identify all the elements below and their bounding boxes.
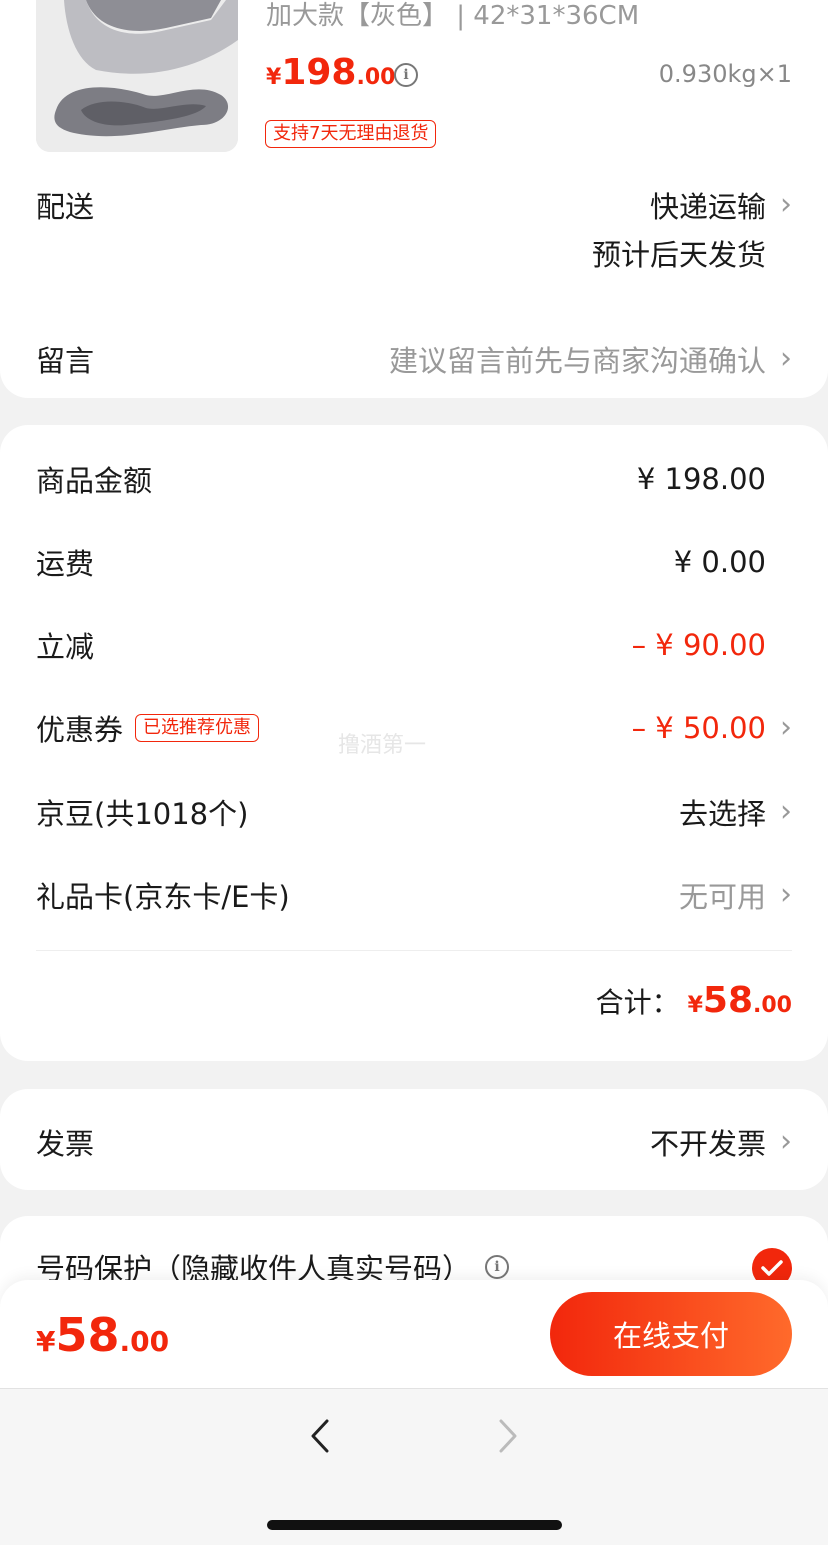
- checkout-decimal: .00: [119, 1325, 170, 1358]
- product-image[interactable]: [36, 0, 238, 152]
- goods-amount-label: 商品金额: [36, 464, 153, 498]
- weight-quantity: 0.930kg×1: [658, 60, 792, 88]
- goods-amount-row: 商品金额 ¥ 198.00: [36, 458, 792, 500]
- instant-discount-label: 立减: [36, 630, 95, 664]
- coupon-selected-badge: 已选推荐优惠: [135, 714, 260, 742]
- chair-cushion-illustration: [36, 0, 238, 152]
- instant-discount-value: – ¥ 90.00: [631, 628, 766, 662]
- invoice-row[interactable]: 发票 不开发票 ›: [36, 1121, 792, 1163]
- price-decimal: .00: [356, 65, 396, 90]
- delivery-eta: 预计后天发货: [591, 238, 766, 272]
- number-protection-info-icon[interactable]: i: [485, 1255, 510, 1279]
- chevron-right-icon: ›: [780, 794, 792, 829]
- invoice-card: 发票 不开发票 ›: [0, 1089, 828, 1190]
- product-spec: 加大款【灰色】 | 42*31*36CM: [266, 1, 640, 31]
- jd-beans-value: 去选择: [678, 797, 766, 831]
- coupon-value: – ¥ 50.00: [631, 711, 766, 745]
- price-summary-card: 商品金额 ¥ 198.00 运费 ¥ 0.00 立减 – ¥ 90.00 优惠券…: [0, 425, 828, 1061]
- checkout-integer: 58: [55, 1308, 120, 1362]
- price-info-icon[interactable]: i: [394, 63, 418, 87]
- shipping-label: 运费: [36, 547, 95, 581]
- chevron-right-icon: ›: [780, 341, 792, 376]
- message-placeholder: 建议留言前先与商家沟通确认: [388, 344, 766, 378]
- check-icon: [761, 1260, 783, 1276]
- chevron-right-icon: ›: [780, 710, 792, 745]
- pay-online-button[interactable]: 在线支付: [550, 1292, 792, 1376]
- checkout-currency: ¥: [36, 1325, 56, 1358]
- chevron-right-icon: ›: [780, 1124, 792, 1159]
- chevron-right-icon: ›: [780, 187, 792, 222]
- price-currency: ¥: [266, 65, 282, 90]
- summary-divider: [36, 950, 792, 951]
- browser-nav-bar: [0, 1388, 828, 1545]
- watermark: 撸酒第一: [338, 733, 427, 758]
- product-price: ¥ 198 .00: [266, 52, 395, 93]
- gift-card-label: 礼品卡(京东卡/E卡): [36, 880, 290, 914]
- delivery-method: 快递运输: [649, 190, 766, 224]
- chevron-left-icon: [311, 1419, 329, 1453]
- checkout-bar: ¥ 58 .00 在线支付: [0, 1280, 828, 1388]
- gift-card-value: 无可用: [678, 880, 766, 914]
- jd-beans-row[interactable]: 京豆(共1018个) 去选择 ›: [36, 791, 792, 833]
- gift-card-row[interactable]: 礼品卡(京东卡/E卡) 无可用 ›: [36, 874, 792, 916]
- home-indicator: [267, 1520, 562, 1530]
- total-currency: ¥: [687, 993, 703, 1018]
- delivery-method-row[interactable]: 快递运输 ›: [650, 184, 792, 226]
- invoice-label: 发票: [36, 1127, 95, 1161]
- return-policy-badge: 支持7天无理由退货: [265, 120, 437, 148]
- instant-discount-row: 立减 – ¥ 90.00: [36, 624, 792, 666]
- jd-beans-label: 京豆(共1018个): [36, 797, 249, 831]
- total-integer: 58: [702, 980, 754, 1021]
- coupon-label: 优惠券: [36, 713, 124, 747]
- price-integer: 198: [281, 52, 357, 93]
- summary-total: 合计： ¥ 58 .00: [596, 980, 792, 1021]
- shipping-row: 运费 ¥ 0.00: [36, 541, 792, 583]
- invoice-value: 不开发票: [649, 1127, 766, 1161]
- delivery-label: 配送: [36, 190, 95, 224]
- chevron-right-icon: [499, 1419, 517, 1453]
- goods-amount-value: ¥ 198.00: [636, 462, 766, 496]
- total-decimal: .00: [753, 993, 792, 1018]
- forward-button[interactable]: [486, 1411, 530, 1461]
- total-label: 合计：: [595, 986, 680, 1019]
- order-item-card: 加大款【灰色】 | 42*31*36CM ¥ 198 .00 i 0.930kg…: [0, 0, 828, 398]
- shipping-value: ¥ 0.00: [673, 545, 766, 579]
- checkout-total: ¥ 58 .00: [36, 1308, 169, 1362]
- message-label: 留言: [36, 344, 95, 378]
- message-row[interactable]: 留言 建议留言前先与商家沟通确认 ›: [36, 338, 792, 380]
- chevron-right-icon: ›: [780, 877, 792, 912]
- back-button[interactable]: [298, 1411, 342, 1461]
